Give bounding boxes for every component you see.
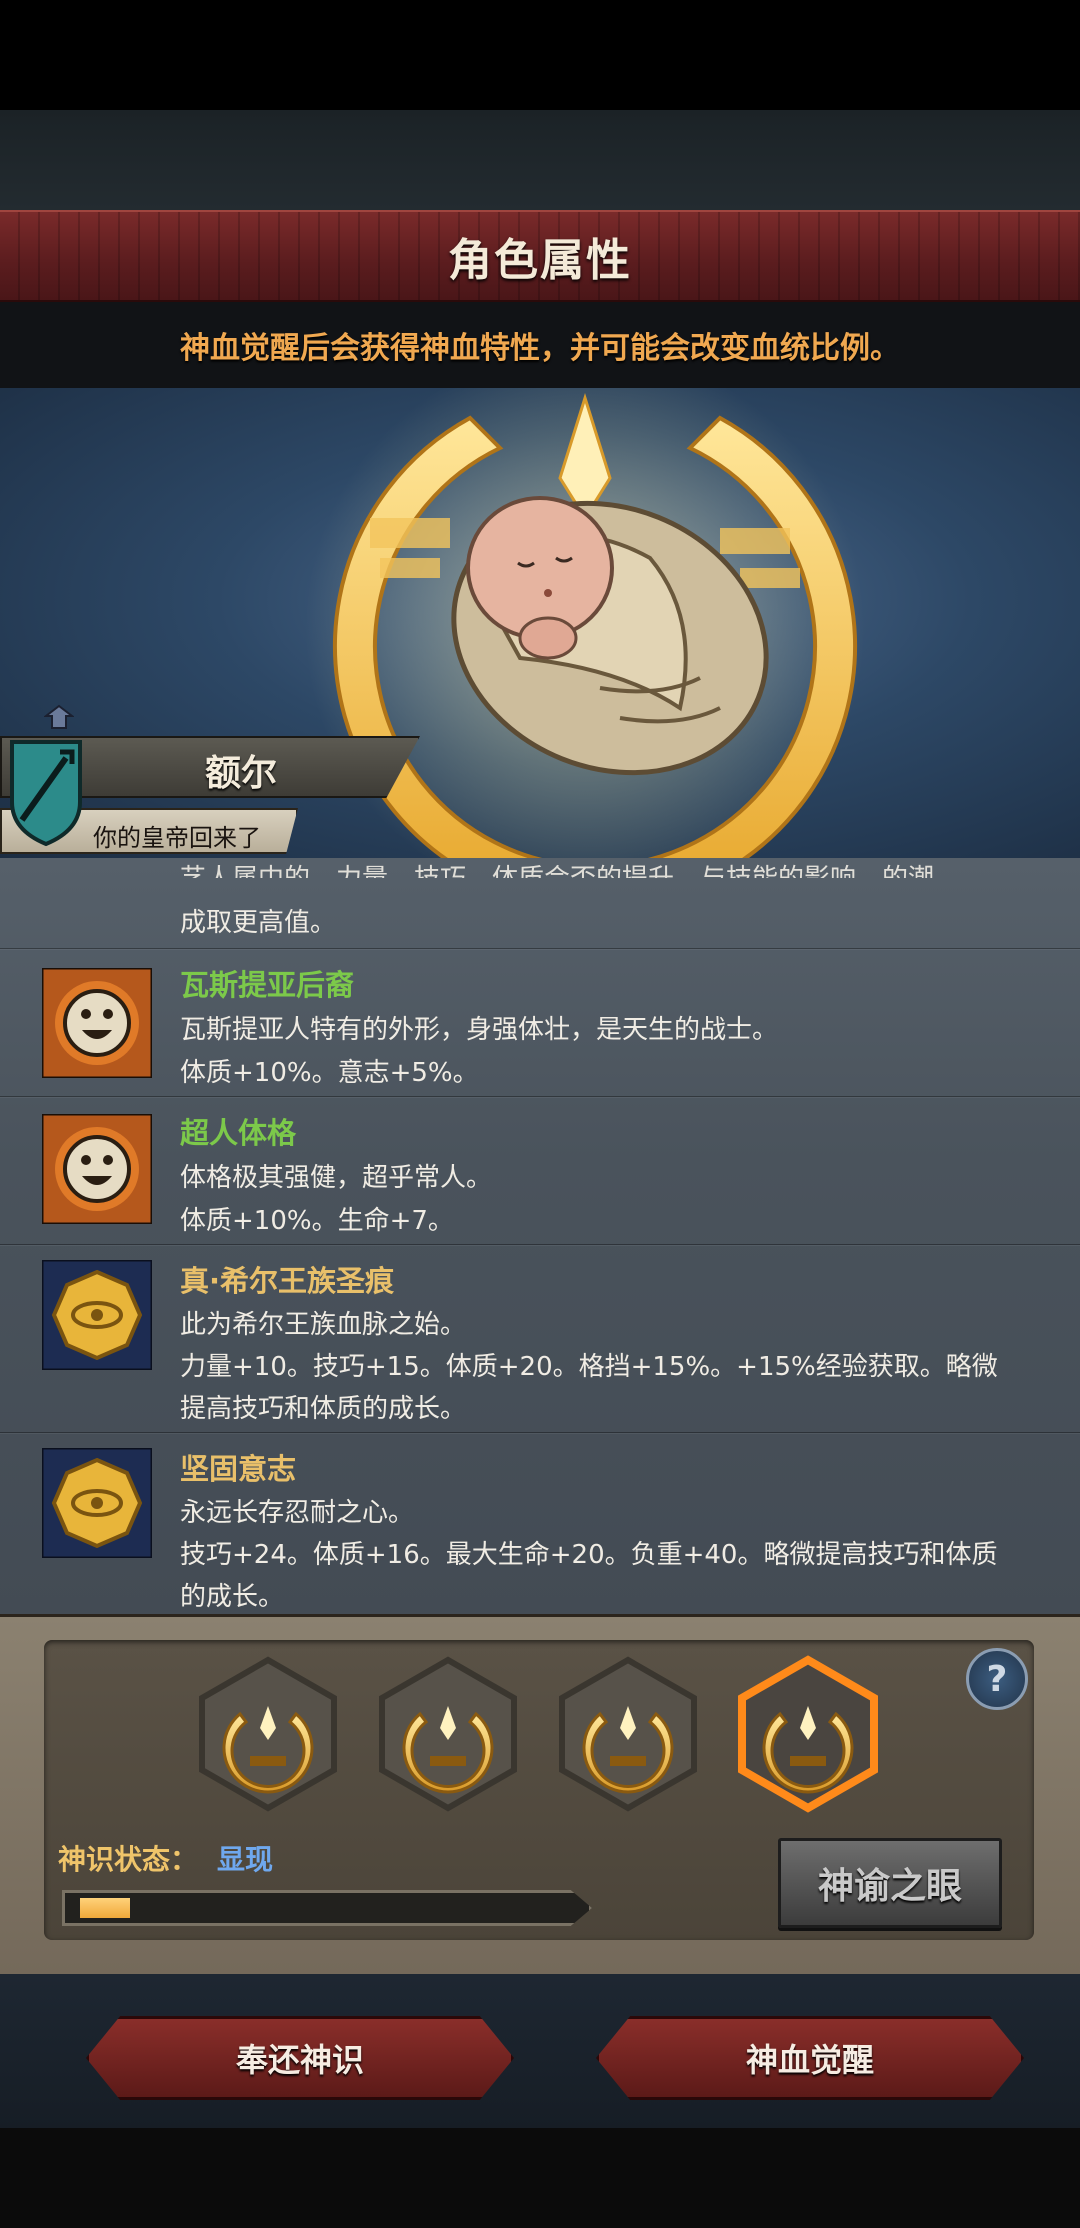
trait-effects: 技巧+24。体质+16。最大生命+20。负重+40。略微提高技巧和体质 [180, 1540, 998, 1570]
divine-slot-3[interactable] [559, 1656, 697, 1812]
return-divine-sense-button[interactable]: 奉还神识 [86, 2016, 514, 2100]
trait-description: 此为希尔王族血脉之始。 [180, 1310, 467, 1340]
page-title: 角色属性 [448, 235, 632, 286]
smile-face-icon [42, 968, 152, 1078]
character-subtitle: 你的皇帝回来了 [93, 824, 261, 852]
trait-name: 瓦斯提亚后裔 [180, 968, 355, 1002]
trait-name: 坚固意志 [180, 1452, 297, 1486]
help-button[interactable]: ? [966, 1648, 1028, 1710]
title-banner: 角色属性 [0, 210, 1080, 302]
trait-partial-cut-line: 艺人属中的，力量、技巧、体质会否的提升，与技能的影响…的潮 [180, 858, 934, 878]
trait-name: 超人体格 [180, 1116, 297, 1150]
gold-seal-icon [42, 1448, 152, 1558]
trait-partial-last-line: 成取更高值。 [180, 908, 337, 938]
list-item [0, 1244, 1080, 1432]
trait-effects-cont: 提高技巧和体质的成长。 [180, 1394, 467, 1424]
return-divine-sense-label: 奉还神识 [235, 2041, 364, 2079]
trait-description: 瓦斯提亚人特有的外形，身强体壮，是天生的战士。 [180, 1015, 779, 1045]
top-black-bar [0, 0, 1080, 110]
trait-description: 体格极其强健，超乎常人。 [180, 1163, 493, 1193]
divine-sense-slots [199, 1655, 878, 1813]
divine-status-label: 神识状态： [58, 1843, 199, 1876]
character-name: 额尔 [205, 753, 278, 794]
trait-effects: 体质+10%。意志+5%。 [180, 1058, 479, 1088]
smile-face-icon [42, 1114, 152, 1224]
divine-slot-2[interactable] [379, 1656, 517, 1812]
question-icon: ? [986, 1658, 1008, 1700]
oracle-eye-button[interactable]: 神谕之眼 [778, 1838, 1002, 1928]
trait-description: 永远长存忍耐之心。 [180, 1498, 415, 1528]
oracle-eye-label: 神谕之眼 [817, 1866, 962, 1907]
blood-awaken-button[interactable]: 神血觉醒 [596, 2016, 1024, 2100]
trait-effects-cont: 的成长。 [180, 1582, 285, 1612]
trait-effects: 力量+10。技巧+15。体质+20。格挡+15%。+15%经验获取。略微 [180, 1352, 998, 1382]
gold-seal-icon [42, 1260, 152, 1370]
class-shield-icon [10, 740, 82, 847]
list-item [0, 1096, 1080, 1244]
list-item [0, 1432, 1080, 1614]
trait-effects: 体质+10%。生命+7。 [180, 1206, 454, 1236]
bottom-black-bar [0, 2128, 1080, 2228]
trait-name: 真·希尔王族圣痕 [180, 1264, 395, 1298]
notice-bar: 神血觉醒后会获得神血特性，并可能会改变血统比例。 [0, 302, 1080, 388]
notice-text: 神血觉醒后会获得神血特性，并可能会改变血统比例。 [180, 331, 900, 366]
divine-progress-track [62, 1890, 592, 1926]
blood-awaken-label: 神血觉醒 [745, 2041, 874, 2079]
divine-progress-fill [80, 1898, 130, 1918]
divine-status-value: 显现 [217, 1843, 274, 1876]
divine-slot-4-selected[interactable] [738, 1655, 878, 1813]
header-dark-band [0, 110, 1080, 210]
divine-slot-1[interactable] [199, 1656, 337, 1812]
rank-up-icon [44, 704, 74, 729]
